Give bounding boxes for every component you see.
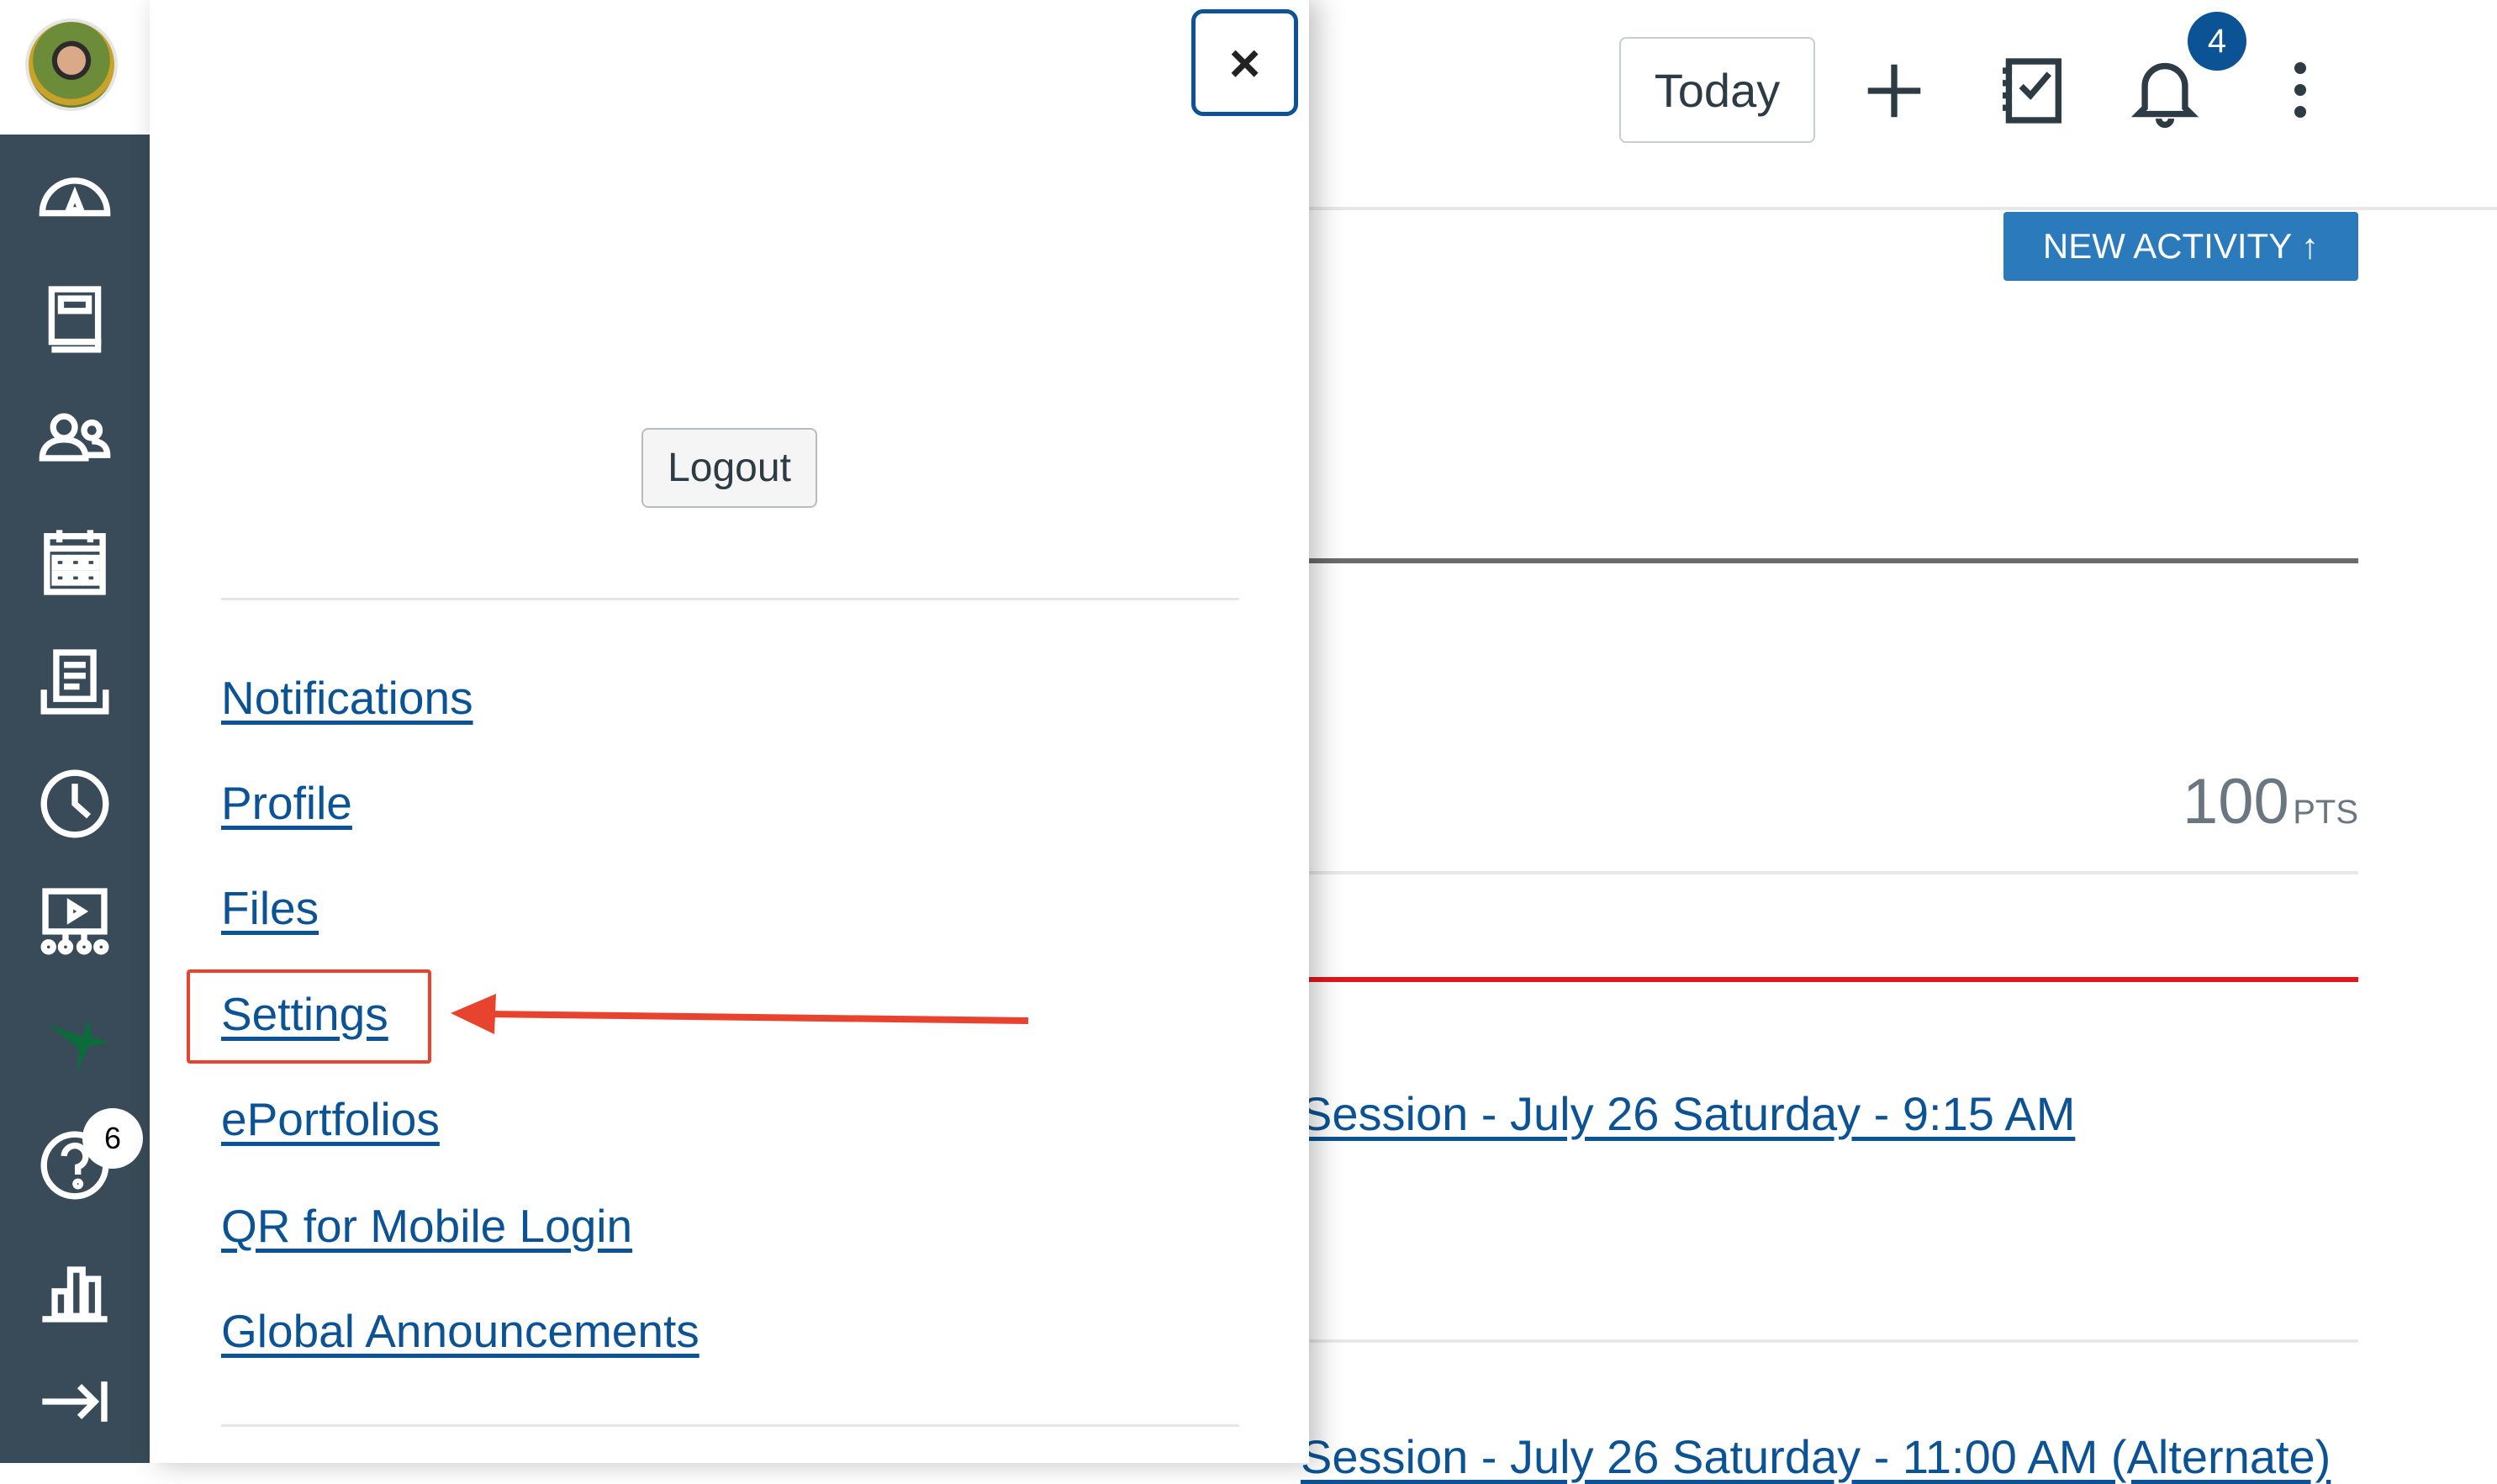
points-display: 100 PTS: [2183, 765, 2358, 838]
star-app-icon[interactable]: [29, 1010, 121, 1085]
now-line: [1309, 977, 2358, 982]
header-divider: [1309, 207, 2497, 210]
annotation-arrow: [451, 994, 1029, 1034]
eportfolios-link[interactable]: ePortfolios: [221, 1090, 440, 1149]
collapse-nav-icon[interactable]: [29, 1364, 121, 1439]
notification-badge: 4: [2188, 12, 2246, 71]
library-icon[interactable]: [29, 1252, 121, 1328]
item-divider: [1309, 1339, 2358, 1343]
bell-icon[interactable]: [2126, 52, 2204, 129]
kebab-menu-icon[interactable]: [2294, 62, 2306, 118]
checklist-icon[interactable]: [1993, 52, 2071, 129]
day-divider: [1309, 558, 2358, 563]
groups-icon[interactable]: [29, 400, 121, 476]
avatar[interactable]: [25, 18, 118, 111]
calendar-icon[interactable]: [29, 525, 121, 600]
account-tray: × Logout Notifications Profile Files Set…: [150, 0, 1309, 1463]
notifications-link[interactable]: Notifications: [221, 668, 473, 727]
dashboard-icon[interactable]: [29, 161, 121, 237]
plus-icon[interactable]: [1856, 52, 1933, 129]
global-announcements-link[interactable]: Global Announcements: [221, 1302, 699, 1360]
qr-mobile-login-link[interactable]: QR for Mobile Login: [221, 1196, 632, 1255]
logout-button[interactable]: Logout: [641, 428, 817, 508]
points-value: 100: [2182, 766, 2289, 837]
courses-icon[interactable]: [29, 281, 121, 356]
today-button[interactable]: Today: [1619, 37, 1815, 143]
settings-highlight-box: [187, 969, 431, 1064]
profile-link[interactable]: Profile: [221, 774, 352, 832]
close-tray-button[interactable]: ×: [1191, 9, 1298, 116]
help-badge: 6: [82, 1108, 143, 1169]
points-unit: PTS: [2293, 794, 2358, 831]
files-link[interactable]: Files: [221, 879, 319, 937]
inbox-icon[interactable]: [29, 644, 121, 720]
new-activity-button[interactable]: NEW ACTIVITY ↑: [2003, 212, 2358, 281]
tray-divider: [221, 598, 1239, 600]
planner-item-link[interactable]: Session - July 26 Saturday - 9:15 AM: [1301, 1086, 2075, 1141]
item-divider: [1309, 871, 2358, 874]
studio-icon[interactable]: [29, 883, 121, 959]
tray-divider: [221, 1424, 1239, 1427]
planner-item-link[interactable]: Session - July 26 Saturday - 11:00 AM (A…: [1301, 1429, 2331, 1484]
main-content: Today 4 NEW ACTIVITY ↑ 100 PTS Session -…: [1301, 0, 2497, 1483]
history-clock-icon[interactable]: [29, 766, 121, 842]
